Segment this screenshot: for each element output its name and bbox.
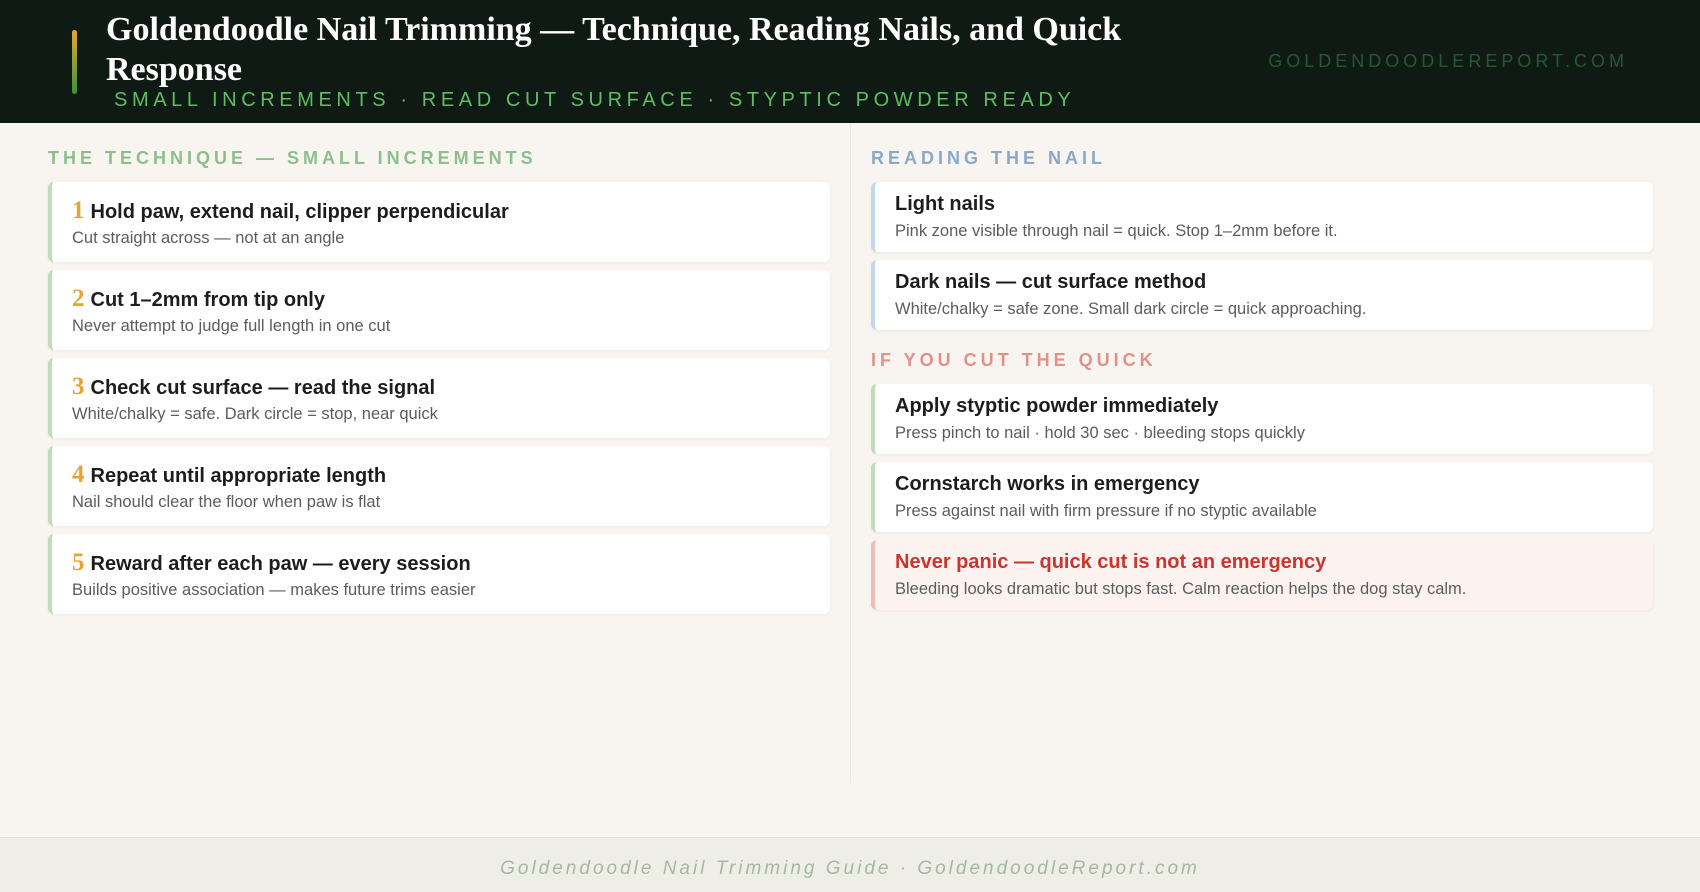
quick-card: Apply styptic powder immediately Press p… xyxy=(871,384,1653,454)
step-number: 1 xyxy=(72,197,85,224)
page-subtitle: SMALL INCREMENTS · READ CUT SURFACE · ST… xyxy=(114,89,1076,111)
quick-card: Cornstarch works in emergency Press agai… xyxy=(871,462,1653,532)
step-card: 3 Check cut surface — read the signal Whi… xyxy=(48,358,830,438)
page-title: Goldendoodle Nail Trimming — Technique, … xyxy=(106,11,1122,88)
reading-description: White/chalky = safe zone. Small dark cir… xyxy=(895,300,1367,318)
footer: Goldendoodle Nail Trimming Guide · Golde… xyxy=(0,837,1700,892)
step-description: Never attempt to judge full length in on… xyxy=(72,317,391,335)
reading-title: Light nails xyxy=(895,193,995,215)
warning-description: Bleeding looks dramatic but stops fast. … xyxy=(895,580,1467,598)
warning-card: Never panic — quick cut is not an emerge… xyxy=(871,540,1653,610)
step-description: Nail should clear the floor when paw is … xyxy=(72,493,381,511)
step-description: Builds positive association — makes futu… xyxy=(72,581,476,599)
header-banner: Goldendoodle Nail Trimming — Technique, … xyxy=(0,0,1700,123)
reading-heading: READING THE NAIL xyxy=(871,148,1106,168)
step-title: Reward after each paw — every session xyxy=(90,553,471,575)
reading-card: Dark nails — cut surface method White/ch… xyxy=(871,260,1653,330)
step-number: 3 xyxy=(72,373,85,400)
step-card: 4 Repeat until appropriate length Nail sh… xyxy=(48,446,830,526)
reading-title: Dark nails — cut surface method xyxy=(895,271,1207,293)
quick-title: Apply styptic powder immediately xyxy=(895,395,1219,417)
step-number: 2 xyxy=(72,285,85,312)
step-description: White/chalky = safe. Dark circle = stop,… xyxy=(72,405,438,423)
step-number: 5 xyxy=(72,549,85,576)
footer-text: Goldendoodle Nail Trimming Guide · Golde… xyxy=(500,858,1200,879)
step-card: 5 Reward after each paw — every session B… xyxy=(48,534,830,614)
column-divider xyxy=(850,123,851,783)
step-title: Repeat until appropriate length xyxy=(90,465,387,487)
warning-title: Never panic — quick cut is not an emerge… xyxy=(895,551,1327,573)
reading-card: Light nails Pink zone visible through na… xyxy=(871,182,1653,252)
quick-heading: IF YOU CUT THE QUICK xyxy=(871,350,1157,370)
accent-bar xyxy=(72,30,77,94)
step-title: Hold paw, extend nail, clipper perpendic… xyxy=(90,201,509,223)
quick-title: Cornstarch works in emergency xyxy=(895,473,1200,495)
site-name: GOLDENDOODLEREPORT.COM xyxy=(1268,51,1628,71)
step-title: Cut 1–2mm from tip only xyxy=(90,289,325,311)
step-description: Cut straight across — not at an angle xyxy=(72,229,345,247)
step-title: Check cut surface — read the signal xyxy=(90,377,436,399)
technique-heading: THE TECHNIQUE — SMALL INCREMENTS xyxy=(48,148,537,168)
reading-description: Pink zone visible through nail = quick. … xyxy=(895,222,1338,240)
step-card: 1 Hold paw, extend nail, clipper perpendi… xyxy=(48,182,830,262)
step-number: 4 xyxy=(72,461,85,488)
quick-description: Press pinch to nail · hold 30 sec · blee… xyxy=(895,424,1305,442)
quick-description: Press against nail with firm pressure if… xyxy=(895,502,1317,520)
step-card: 2 Cut 1–2mm from tip only Never attempt t… xyxy=(48,270,830,350)
